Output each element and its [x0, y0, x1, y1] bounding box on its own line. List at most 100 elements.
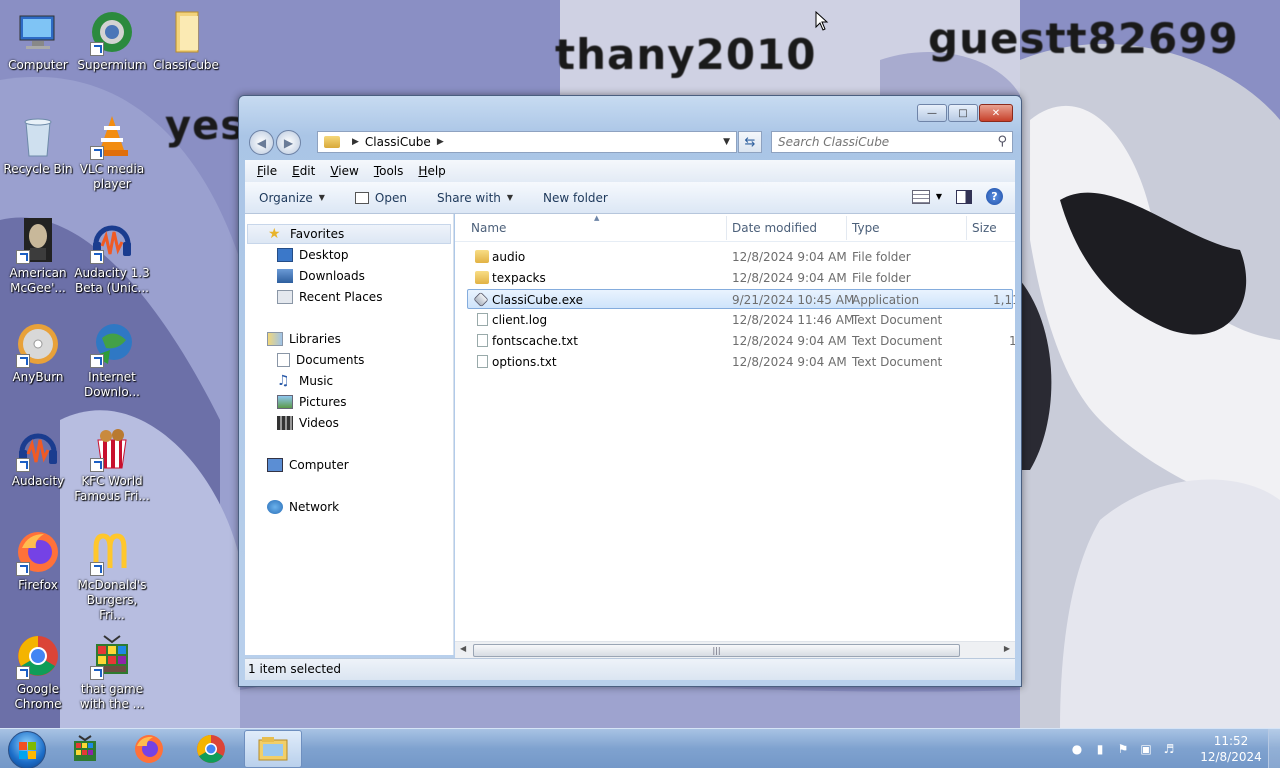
- menu-file[interactable]: File: [257, 164, 277, 178]
- audacity-icon: [14, 424, 62, 472]
- column-header-size[interactable]: Size: [972, 221, 997, 235]
- file-row[interactable]: audio 12/8/2024 9:04 AM File folder: [469, 247, 1015, 267]
- open-button[interactable]: Open: [354, 191, 407, 205]
- file-row[interactable]: texpacks 12/8/2024 9:04 AM File folder: [469, 268, 1015, 288]
- breadcrumb-arrow-icon[interactable]: ▶: [437, 137, 444, 147]
- scroll-left-icon[interactable]: ◀: [460, 644, 466, 653]
- start-button[interactable]: [8, 731, 46, 768]
- chrome-icon: [14, 632, 62, 680]
- desktop-icon-label: Supermium: [77, 58, 147, 72]
- forward-button[interactable]: ▶: [276, 130, 301, 155]
- recent-places-icon: [277, 290, 293, 304]
- nav-desktop-label: Desktop: [299, 248, 349, 262]
- pictures-icon: [277, 395, 293, 409]
- desktop-icon-vlc[interactable]: VLC media player: [74, 112, 150, 192]
- file-row[interactable]: options.txt 12/8/2024 9:04 AM Text Docum…: [469, 352, 1015, 372]
- file-row-selected[interactable]: ClassiCube.exe 9/21/2024 10:45 AM Applic…: [467, 289, 1015, 309]
- address-bar[interactable]: ▶ ClassiCube ▶ ▼: [317, 131, 737, 153]
- document-tray-icon[interactable]: ▮: [1093, 742, 1107, 756]
- file-list[interactable]: ▲ Name Date modified Type Size audio 12/…: [455, 214, 1015, 655]
- scroll-right-icon[interactable]: ▶: [1004, 644, 1010, 653]
- desktop-icon-anyburn[interactable]: AnyBurn: [0, 320, 76, 385]
- menu-tools[interactable]: Tools: [374, 164, 404, 178]
- desktop-icon-firefox[interactable]: Firefox: [0, 528, 76, 593]
- mcdonalds-icon: [88, 528, 136, 576]
- close-button[interactable]: ✕: [979, 104, 1013, 122]
- minimize-button[interactable]: —: [917, 104, 947, 122]
- wallpaper-text-guest: guestt82699: [928, 14, 1239, 63]
- column-header-date[interactable]: Date modified: [732, 221, 817, 235]
- network-icon[interactable]: ▣: [1139, 742, 1153, 756]
- network-globe-icon[interactable]: ●: [1070, 742, 1084, 756]
- column-header-name[interactable]: Name: [471, 221, 506, 235]
- help-icon[interactable]: ?: [986, 188, 1003, 205]
- taskbar-firefox-button[interactable]: [120, 730, 178, 768]
- minimize-icon: —: [927, 107, 937, 119]
- clock[interactable]: 11:52 12/8/2024: [1196, 733, 1266, 765]
- column-header-type[interactable]: Type: [852, 221, 880, 235]
- file-row[interactable]: client.log 12/8/2024 11:46 AM Text Docum…: [469, 310, 1015, 330]
- desktop-icon-computer[interactable]: Computer: [0, 8, 76, 73]
- change-view-button[interactable]: ▼: [911, 189, 942, 204]
- nav-computer[interactable]: Computer: [267, 458, 349, 472]
- nav-downloads[interactable]: Downloads: [277, 269, 365, 283]
- desktop-icon-chrome[interactable]: Google Chrome: [0, 632, 76, 712]
- desktop-icon-kfc[interactable]: KFC World Famous Fri...: [74, 424, 150, 504]
- breadcrumb-classicube[interactable]: ClassiCube: [365, 135, 431, 149]
- volume-icon[interactable]: ♬: [1162, 742, 1176, 756]
- clock-time: 11:52: [1213, 734, 1249, 748]
- address-dropdown-icon[interactable]: ▼: [723, 137, 730, 147]
- folder-icon: [475, 250, 489, 263]
- nav-documents[interactable]: Documents: [277, 353, 364, 367]
- search-input[interactable]: [772, 132, 982, 152]
- column-separator[interactable]: [726, 216, 727, 240]
- search-box[interactable]: ⚲: [771, 131, 1013, 153]
- navigation-bar: ◀ ▶ ▶ ClassiCube ▶ ▼ ⇆ ⚲: [247, 129, 1013, 155]
- show-desktop-button[interactable]: [1268, 729, 1280, 768]
- desktop-icon-american-mcgee[interactable]: American McGee'...: [0, 216, 76, 296]
- desktop-icon-supermium[interactable]: Supermium: [74, 8, 150, 73]
- nav-downloads-label: Downloads: [299, 269, 365, 283]
- nav-favorites[interactable]: ★ Favorites: [247, 224, 451, 244]
- nav-pictures[interactable]: Pictures: [277, 395, 347, 409]
- share-with-button[interactable]: Share with ▼: [437, 191, 513, 205]
- refresh-button[interactable]: ⇆: [738, 131, 762, 153]
- column-separator[interactable]: [966, 216, 967, 240]
- desktop-icon-mcdonalds[interactable]: McDonald's Burgers, Fri...: [74, 528, 150, 623]
- new-folder-button[interactable]: New folder: [543, 191, 608, 205]
- back-button[interactable]: ◀: [249, 130, 274, 155]
- desktop-icon-internet-download-manager[interactable]: Internet Downlo...: [74, 320, 150, 400]
- menu-view[interactable]: View: [330, 164, 358, 178]
- nav-recent-places[interactable]: Recent Places: [277, 290, 382, 304]
- desktop-icon-game[interactable]: that game with the ...: [74, 632, 150, 712]
- column-separator[interactable]: [846, 216, 847, 240]
- nav-network[interactable]: Network: [267, 500, 339, 514]
- nav-desktop[interactable]: Desktop: [277, 248, 349, 262]
- desktop-icon-recycle-bin[interactable]: Recycle Bin: [0, 112, 76, 177]
- nav-libraries[interactable]: Libraries: [267, 332, 341, 346]
- taskbar-game-button[interactable]: [56, 730, 114, 768]
- folder-icon: [475, 271, 489, 284]
- desktop-icon-audacity[interactable]: Audacity: [0, 424, 76, 489]
- taskbar-explorer-button[interactable]: [244, 730, 302, 768]
- taskbar-chrome-button[interactable]: [182, 730, 240, 768]
- explorer-window[interactable]: — □ ✕ ◀ ▶ ▶ ClassiCube ▶ ▼ ⇆ ⚲ File Edit…: [238, 95, 1022, 687]
- maximize-button[interactable]: □: [948, 104, 978, 122]
- scrollbar-thumb[interactable]: |||: [473, 644, 960, 657]
- desktop-icon-audacity-beta[interactable]: Audacity 1.3 Beta (Unic...: [74, 216, 150, 296]
- menu-help[interactable]: Help: [418, 164, 445, 178]
- menu-edit[interactable]: Edit: [292, 164, 315, 178]
- nav-favorites-label: Favorites: [290, 227, 345, 241]
- file-row[interactable]: fontscache.txt 12/8/2024 9:04 AM Text Do…: [469, 331, 1015, 351]
- nav-music[interactable]: ♫ Music: [277, 374, 333, 388]
- desktop-icon-classicube[interactable]: ClassiCube: [148, 8, 224, 73]
- shortcut-arrow-icon: [16, 354, 30, 368]
- action-center-flag-icon[interactable]: ⚑: [1116, 742, 1130, 756]
- nav-videos[interactable]: Videos: [277, 416, 339, 430]
- organize-button[interactable]: Organize ▼: [259, 191, 325, 205]
- preview-pane-icon[interactable]: [956, 189, 972, 204]
- horizontal-scrollbar[interactable]: ◀ ||| ▶: [455, 641, 1015, 658]
- libraries-icon: [267, 332, 283, 346]
- breadcrumb-arrow-icon[interactable]: ▶: [352, 137, 359, 147]
- file-date: 12/8/2024 9:04 AM: [732, 355, 847, 369]
